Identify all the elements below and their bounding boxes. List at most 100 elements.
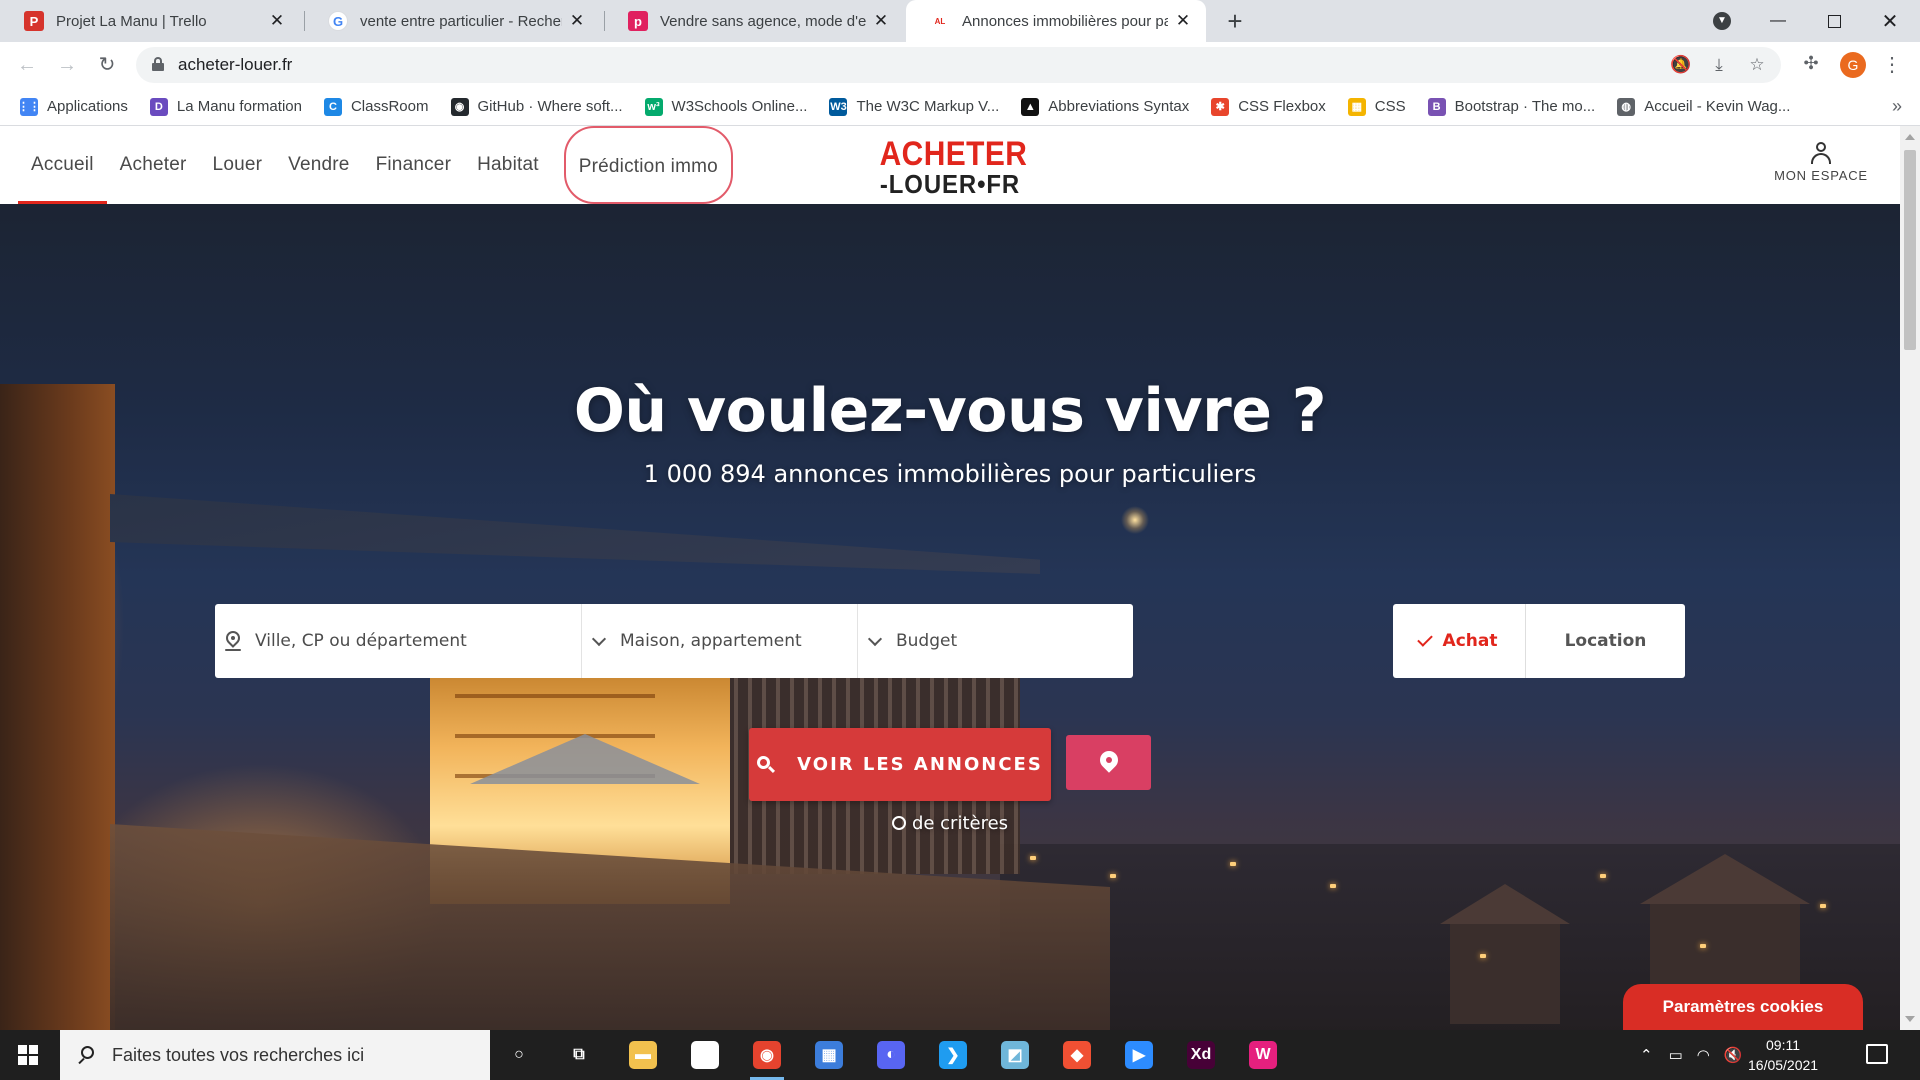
task-view-icon[interactable]: ⧉ [560,1036,598,1074]
windows-start-icon[interactable] [18,1045,38,1065]
property-type-select[interactable]: Maison, appartement [582,604,858,678]
extensions-puzzle-icon[interactable]: ✣ [1800,52,1822,74]
hero-photo-light [1480,954,1486,958]
file-explorer-icon[interactable]: ▬ [624,1036,662,1074]
location-option[interactable]: Location [1526,604,1685,678]
tab-pap[interactable]: p Vendre sans agence, mode d'emp ✕ [604,0,904,42]
lock-icon[interactable] [152,57,164,71]
close-icon[interactable]: ✕ [872,11,890,31]
site-logo[interactable]: ACHETER -LOUER•FR [870,137,1030,199]
bookmark-item[interactable]: ⋮⋮ Applications [18,97,128,116]
notifications-icon[interactable] [1866,1044,1888,1064]
user-icon [1810,142,1832,164]
browser-menu-icon[interactable]: ⋮ [1882,52,1902,78]
bookmark-label: W3Schools Online... [671,98,808,115]
system-clock[interactable]: 09:11 16/05/2021 [1748,1035,1818,1075]
discord-icon[interactable]: ◐ [872,1036,910,1074]
tab-search-icon[interactable]: ▼ [1694,0,1750,42]
calculator-icon[interactable]: ▦ [810,1036,848,1074]
url-text[interactable]: acheter-louer.fr [178,55,292,75]
scroll-thumb[interactable] [1904,150,1916,350]
clock-date: 16/05/2021 [1748,1057,1819,1073]
achat-option[interactable]: Achat [1393,604,1526,678]
nav-louer[interactable]: Louer [200,126,276,204]
system-tray: ⌃ ▭ ◠ 🔇 [1640,1030,1743,1080]
nav-accueil[interactable]: Accueil [18,126,107,204]
taskbar-search-box[interactable]: Faites toutes vos recherches ici [60,1030,490,1080]
cortana-icon[interactable]: ○ [500,1036,538,1074]
bookmark-item[interactable]: ◉ GitHub · Where soft... [450,97,623,116]
chevron-down-icon [591,631,607,646]
w3c-icon: W3 [829,97,848,116]
zoom-icon[interactable]: ▶ [1120,1036,1158,1074]
battery-icon[interactable]: ▭ [1669,1046,1683,1064]
bookmark-item[interactable]: W3 The W3C Markup V... [829,97,999,116]
close-icon[interactable]: ✕ [568,11,586,31]
address-bar[interactable]: acheter-louer.fr 🔕 ⤓ ☆ [136,47,1781,83]
bookmarks-overflow-icon[interactable]: » [1892,96,1902,117]
git-icon[interactable]: ◆ [1058,1036,1096,1074]
close-icon[interactable]: ✕ [1174,11,1192,31]
chrome-icon[interactable]: ◉ [748,1036,786,1080]
close-window-button[interactable]: ✕ [1862,0,1918,42]
scroll-up-arrow-icon[interactable] [1905,134,1915,140]
page-scrollbar[interactable] [1900,126,1920,1030]
new-tab-button[interactable]: + [1220,4,1250,38]
nav-vendre[interactable]: Vendre [275,126,362,204]
bookmark-item[interactable]: w³ W3Schools Online... [644,97,808,116]
bookmark-item[interactable]: ✱ CSS Flexbox [1211,97,1326,116]
profile-avatar[interactable]: G [1840,52,1866,78]
bookmark-item[interactable]: D La Manu formation [149,97,302,116]
back-arrow-icon[interactable]: ← [12,50,42,80]
bookmark-label: CSS Flexbox [1238,98,1326,115]
volume-muted-icon[interactable]: 🔇 [1724,1046,1743,1064]
zoom-glyph: ▶ [1125,1041,1153,1069]
w3schools-icon: w³ [644,97,663,116]
bookmark-item[interactable]: ◍ Accueil - Kevin Wag... [1617,97,1791,116]
location-field[interactable]: Ville, CP ou département [215,604,582,678]
logo-line-2: -LOUER•FR [879,169,1021,199]
tab-google-search[interactable]: G vente entre particulier - Recherch ✕ [304,0,600,42]
bookmark-item[interactable]: ▲ Abbreviations Syntax [1021,97,1189,116]
restore-button[interactable] [1806,0,1862,42]
bookmark-item[interactable]: ▦ CSS [1347,97,1406,116]
notes-icon[interactable]: ◩ [996,1036,1034,1074]
minimize-button[interactable]: — [1750,0,1806,42]
bookmark-star-icon[interactable]: ☆ [1746,54,1768,76]
bookmark-label: Accueil - Kevin Wag... [1644,98,1791,115]
adobe-xd-icon[interactable]: Xd [1182,1036,1220,1074]
install-app-icon[interactable]: ⤓ [1708,54,1730,76]
css-icon: ▦ [1347,97,1366,116]
account-button[interactable]: MON ESPACE [1766,142,1876,183]
nav-habitat[interactable]: Habitat [464,126,552,204]
bookmark-item[interactable]: C ClassRoom [323,97,429,116]
nav-acheter[interactable]: Acheter [107,126,200,204]
hero-photo-house [1450,924,1560,1024]
nav-financer[interactable]: Financer [363,126,465,204]
budget-select[interactable]: Budget [858,604,1133,678]
close-icon[interactable]: ✕ [268,11,286,31]
wifi-icon[interactable]: ◠ [1697,1046,1710,1064]
task-view-glyph: ⧉ [573,1046,585,1063]
bookmark-label: La Manu formation [176,98,302,115]
chevron-up-icon[interactable]: ⌃ [1640,1046,1653,1064]
notifications-blocked-icon[interactable]: 🔕 [1670,54,1692,76]
tab-acheter-louer[interactable]: AL Annonces immobilières pour par ✕ [906,0,1206,42]
scroll-down-arrow-icon[interactable] [1905,1016,1915,1022]
hero-title: Où voulez-vous vivre ? [573,376,1327,446]
voir-annonces-button[interactable]: VOIR LES ANNONCES [749,728,1051,801]
tab-trello[interactable]: P Projet La Manu | Trello ✕ [0,0,300,42]
forward-arrow-icon[interactable]: → [52,50,82,80]
cookie-settings-button[interactable]: Paramètres cookies [1623,984,1863,1030]
bookmark-item[interactable]: B Bootstrap · The mo... [1427,97,1596,116]
wamp-icon[interactable]: W [1244,1036,1282,1074]
bookmarks-bar: ⋮⋮ Applications D La Manu formation C ClassRo… [0,88,1920,126]
bookmark-label: Bootstrap · The mo... [1454,98,1596,115]
prediction-immo-button[interactable]: Prédiction immo [563,126,733,204]
reload-icon[interactable]: ↻ [92,50,122,80]
more-criteria-link[interactable]: de critères [0,813,1900,834]
plus-search-icon [891,816,906,830]
store-icon[interactable]: 🛍 [686,1036,724,1074]
vscode-icon[interactable]: ❯ [934,1036,972,1074]
map-search-button[interactable] [1066,735,1151,790]
